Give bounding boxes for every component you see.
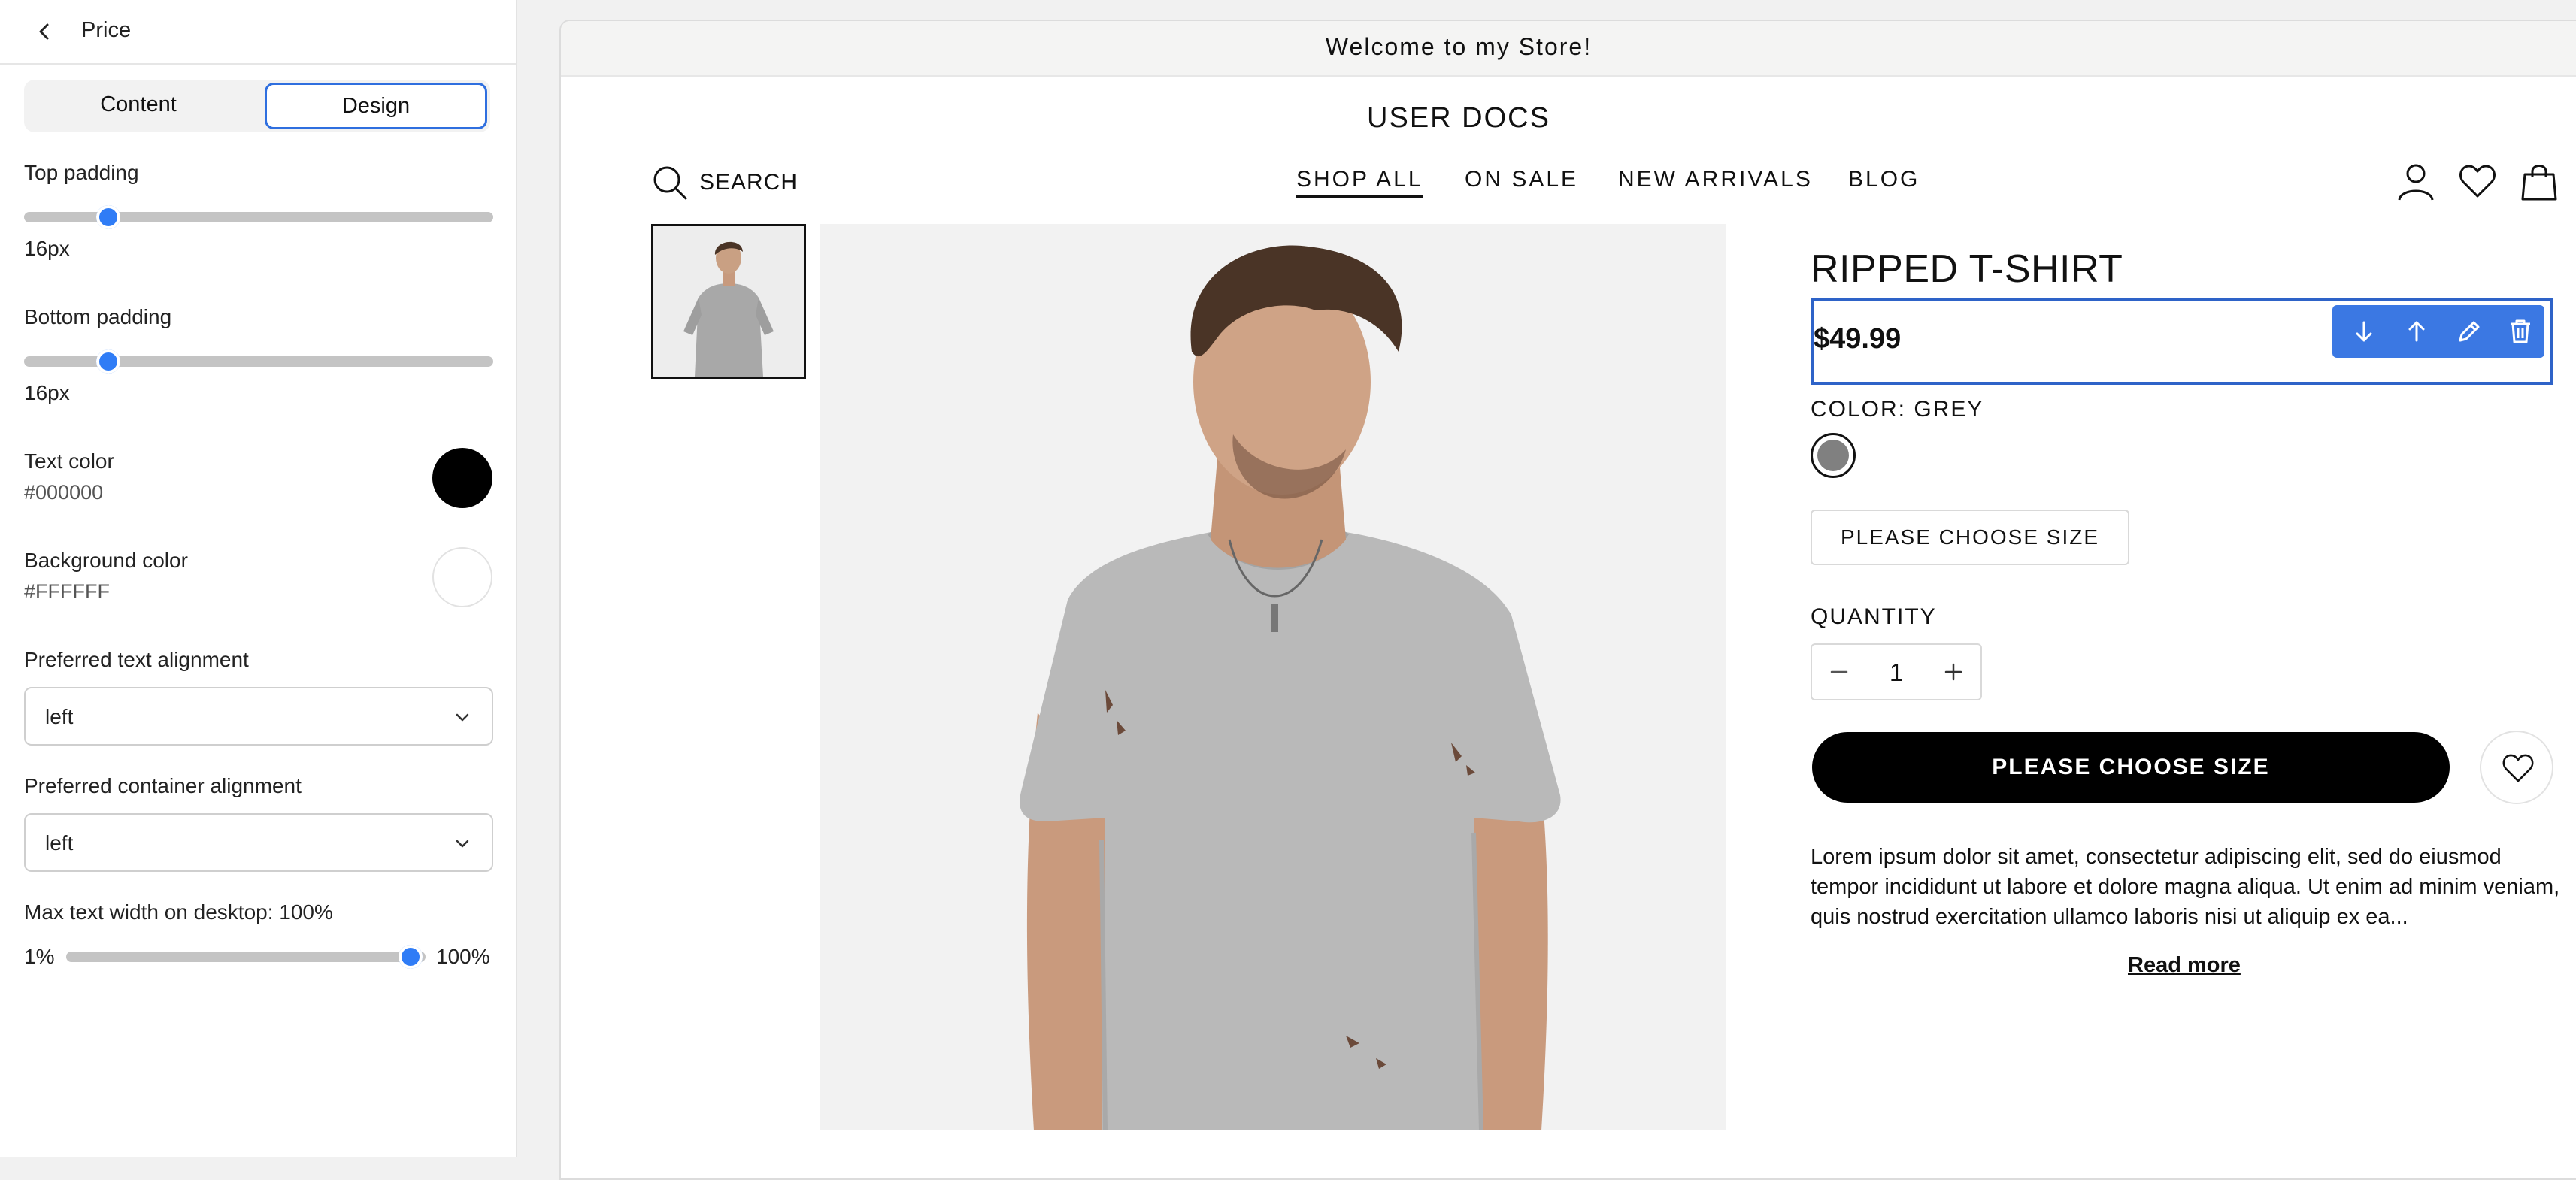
container-alignment-label: Preferred container alignment bbox=[24, 774, 302, 797]
background-color-swatch[interactable] bbox=[432, 547, 492, 607]
tab-content[interactable]: Content bbox=[27, 83, 250, 129]
quantity-value[interactable]: 1 bbox=[1872, 658, 1920, 687]
text-alignment-select[interactable]: left bbox=[24, 687, 493, 746]
product-title: RIPPED T-SHIRT bbox=[1811, 247, 2123, 291]
account-button[interactable] bbox=[2396, 161, 2436, 201]
container-alignment-value: left bbox=[45, 831, 74, 855]
announcement-text: Welcome to my Store! bbox=[1325, 33, 1593, 60]
color-label: COLOR: GREY bbox=[1811, 397, 1984, 422]
search-label: SEARCH bbox=[699, 170, 799, 195]
shopping-bag-icon bbox=[2521, 165, 2557, 201]
text-alignment-label: Preferred text alignment bbox=[24, 648, 249, 671]
back-button[interactable] bbox=[30, 17, 60, 47]
top-padding-slider-thumb[interactable] bbox=[96, 205, 120, 229]
nav-new-arrivals[interactable]: NEW ARRIVALS bbox=[1618, 167, 1813, 192]
max-width-slider-thumb[interactable] bbox=[399, 945, 423, 969]
product-description: Lorem ipsum dolor sit amet, consectetur … bbox=[1811, 845, 2560, 929]
quantity-decrease-button[interactable] bbox=[1823, 655, 1856, 688]
user-icon bbox=[2398, 164, 2434, 201]
product-main-image[interactable] bbox=[820, 224, 1726, 1130]
color-swatch-fill bbox=[1817, 440, 1849, 471]
text-color-label: Text color bbox=[24, 449, 114, 473]
max-width-slider[interactable] bbox=[66, 945, 426, 969]
bottom-padding-label: Bottom padding bbox=[24, 305, 172, 328]
tab-design[interactable]: Design bbox=[265, 83, 487, 129]
settings-panel: Price Content Design Top padding 16px Bo… bbox=[0, 0, 517, 1157]
pencil-icon bbox=[2459, 321, 2480, 342]
panel-header: Price bbox=[0, 0, 516, 65]
max-width-min-label: 1% bbox=[24, 945, 55, 968]
tab-switcher: Content Design bbox=[24, 80, 490, 132]
chevron-down-icon bbox=[456, 840, 469, 848]
chevron-left-icon bbox=[39, 23, 49, 40]
cart-button[interactable] bbox=[2519, 161, 2559, 201]
search-icon bbox=[653, 166, 687, 200]
store-title[interactable]: USER DOCS bbox=[561, 102, 2356, 135]
bottom-padding-slider-thumb[interactable] bbox=[96, 349, 120, 374]
chevron-down-icon bbox=[456, 713, 469, 722]
move-up-button[interactable] bbox=[2400, 315, 2433, 348]
price-block-selected[interactable]: $49.99 bbox=[1811, 298, 2553, 385]
max-width-label: Max text width on desktop: 100% bbox=[24, 900, 333, 924]
max-width-max-label: 100% bbox=[436, 945, 490, 968]
arrow-down-icon bbox=[2356, 321, 2372, 342]
product-photo bbox=[820, 224, 1726, 1130]
heart-icon bbox=[2459, 165, 2496, 198]
wishlist-button[interactable] bbox=[2457, 161, 2498, 201]
minus-icon bbox=[1830, 670, 1848, 673]
background-color-label: Background color bbox=[24, 549, 188, 572]
add-to-wishlist-button[interactable] bbox=[2480, 731, 2553, 804]
quantity-label: QUANTITY bbox=[1811, 604, 1937, 629]
plus-icon bbox=[1944, 663, 1962, 681]
nav-on-sale[interactable]: ON SALE bbox=[1465, 167, 1578, 192]
top-padding-value: 16px bbox=[24, 237, 70, 260]
heart-icon bbox=[2502, 754, 2534, 782]
read-more-link[interactable]: Read more bbox=[2128, 953, 2241, 978]
quantity-increase-button[interactable] bbox=[1937, 655, 1970, 688]
product-price: $49.99 bbox=[1814, 323, 1902, 355]
background-color-value: #FFFFFF bbox=[24, 580, 110, 603]
block-toolbar bbox=[2332, 305, 2544, 358]
nav-blog[interactable]: BLOG bbox=[1848, 167, 1920, 192]
container-alignment-select[interactable]: left bbox=[24, 813, 493, 872]
move-down-button[interactable] bbox=[2347, 315, 2381, 348]
text-color-value: #000000 bbox=[24, 481, 104, 504]
color-swatch-grey[interactable] bbox=[1811, 433, 1856, 478]
text-color-swatch[interactable] bbox=[432, 448, 492, 508]
text-alignment-value: left bbox=[45, 705, 74, 728]
top-padding-slider[interactable] bbox=[24, 205, 493, 229]
bottom-padding-slider[interactable] bbox=[24, 349, 493, 374]
trash-icon bbox=[2511, 319, 2530, 343]
product-thumbnail[interactable] bbox=[651, 224, 806, 379]
panel-title: Price bbox=[81, 18, 132, 42]
delete-button[interactable] bbox=[2504, 315, 2537, 348]
announcement-bar: Welcome to my Store! bbox=[561, 21, 2576, 77]
arrow-up-icon bbox=[2408, 321, 2425, 342]
store-preview: Welcome to my Store! USER DOCS SEARCH SH… bbox=[559, 20, 2576, 1180]
product-thumbnail-image bbox=[653, 226, 804, 377]
add-to-cart-button[interactable]: PLEASE CHOOSE SIZE bbox=[1812, 732, 2450, 803]
size-selector-button[interactable]: PLEASE CHOOSE SIZE bbox=[1811, 510, 2129, 565]
quantity-stepper: 1 bbox=[1811, 643, 1982, 700]
edit-button[interactable] bbox=[2453, 315, 2486, 348]
top-padding-label: Top padding bbox=[24, 161, 139, 184]
nav-shop-all[interactable]: SHOP ALL bbox=[1296, 167, 1423, 198]
bottom-padding-value: 16px bbox=[24, 381, 70, 404]
